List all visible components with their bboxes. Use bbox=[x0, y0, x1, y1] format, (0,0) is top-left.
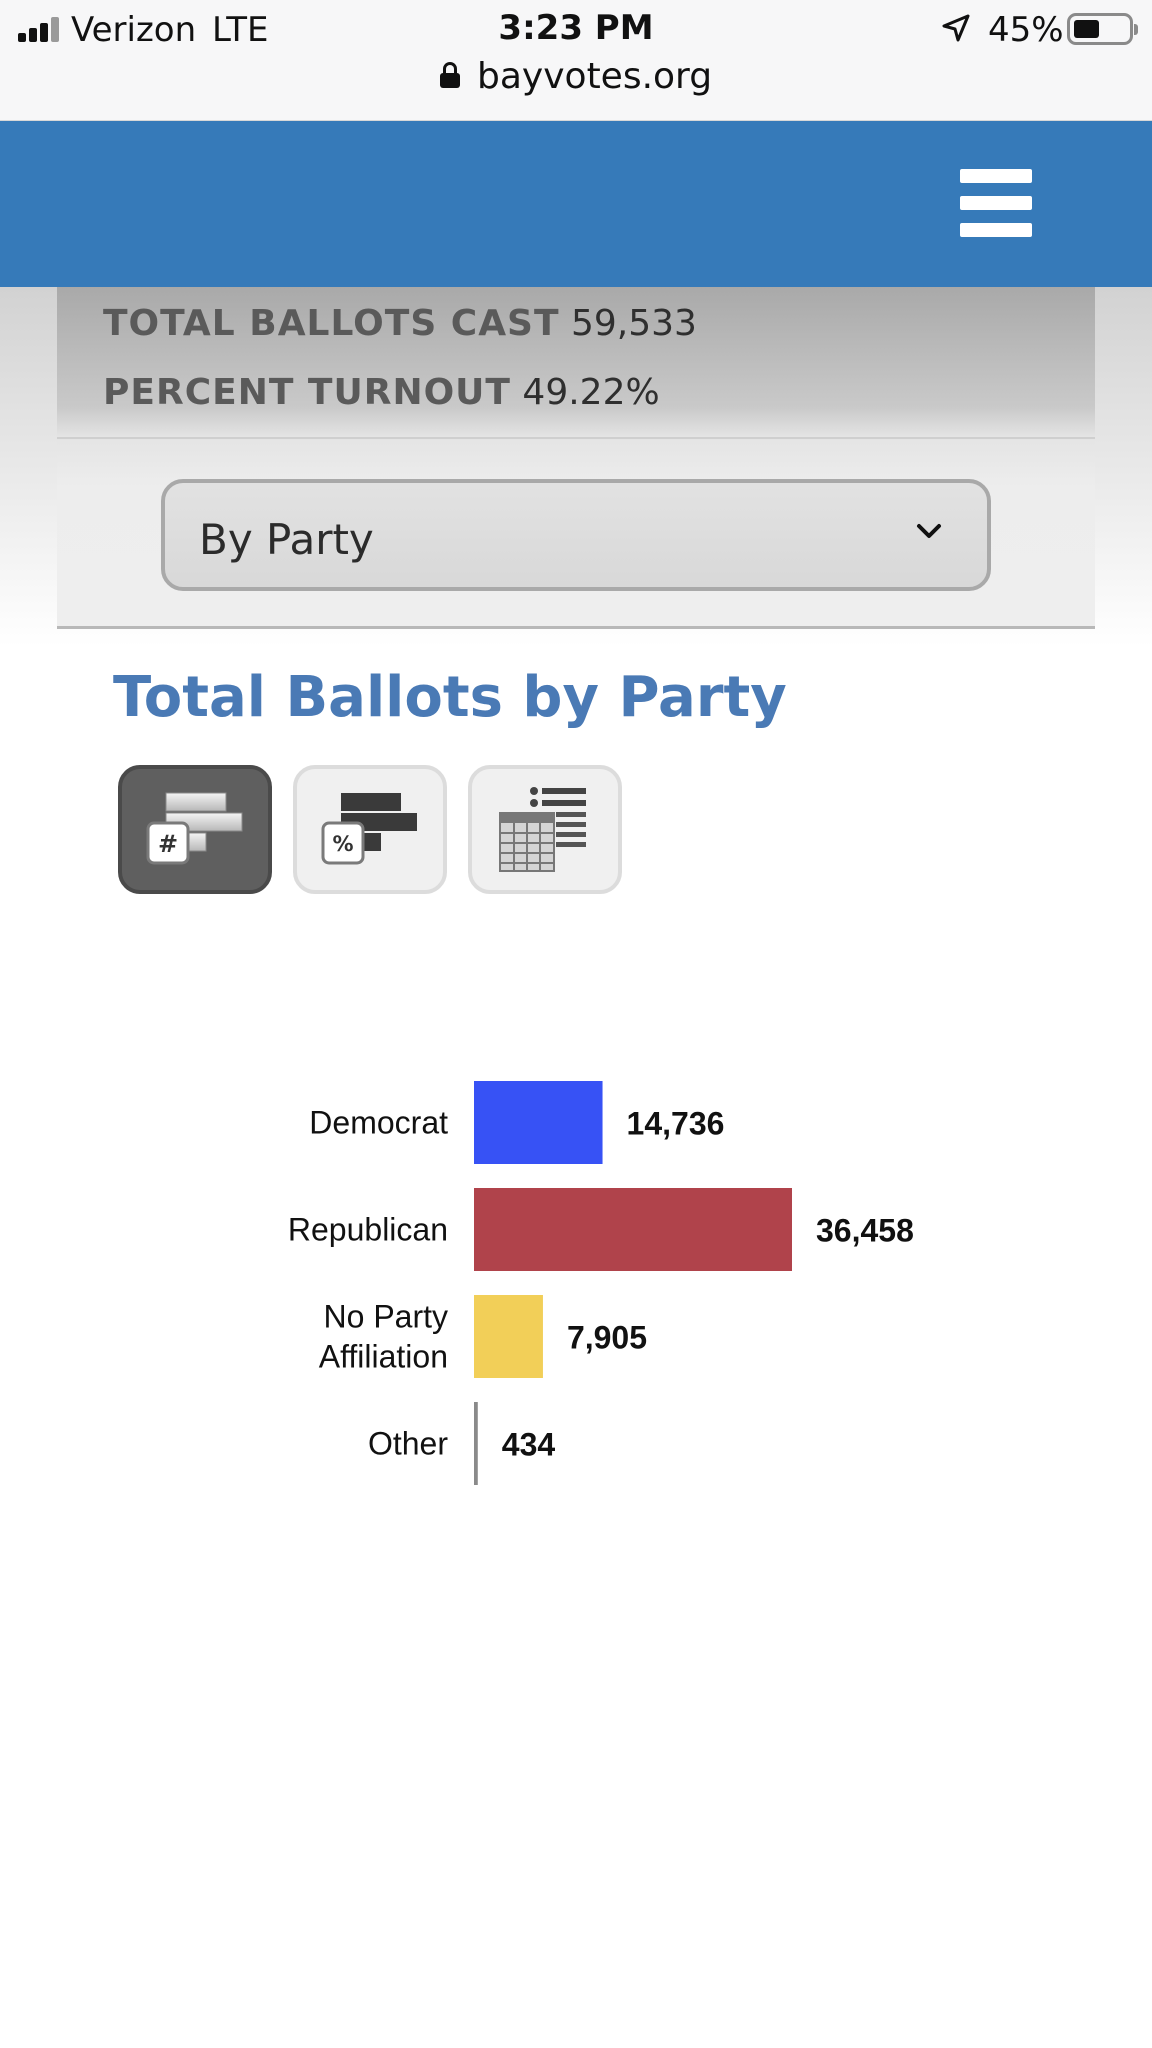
value-label: 434 bbox=[502, 1427, 556, 1463]
percent-turnout-stat: PERCENT TURNOUT 49.22% bbox=[103, 372, 660, 413]
divider bbox=[57, 437, 1095, 439]
category-label: Democrat bbox=[309, 1105, 448, 1141]
percent-view-button[interactable]: % bbox=[293, 765, 447, 894]
value-label: 36,458 bbox=[816, 1213, 914, 1249]
status-bar: Verizon LTE 3:23 PM 45% bayvotes.org bbox=[0, 0, 1152, 121]
chart-title: Total Ballots by Party bbox=[113, 665, 787, 730]
percent-turnout-label: PERCENT TURNOUT bbox=[103, 372, 511, 413]
site-header bbox=[0, 121, 1152, 287]
lock-icon bbox=[439, 61, 460, 88]
category-label: Other bbox=[368, 1426, 448, 1462]
total-ballots-label: TOTAL BALLOTS CAST bbox=[103, 303, 560, 344]
svg-text:#: # bbox=[158, 830, 178, 858]
hamburger-menu-icon[interactable] bbox=[952, 143, 1042, 263]
location-arrow-icon bbox=[942, 14, 970, 42]
value-label: 7,905 bbox=[567, 1320, 647, 1356]
bar-other bbox=[474, 1402, 478, 1485]
party-filter-value: By Party bbox=[199, 515, 374, 564]
bar-democrat bbox=[474, 1081, 603, 1164]
url-bar[interactable]: bayvotes.org bbox=[0, 56, 1152, 106]
url-text[interactable]: bayvotes.org bbox=[477, 56, 712, 97]
count-bar-chart-icon: # bbox=[146, 792, 243, 865]
category-label: No Party Affiliation bbox=[319, 1299, 448, 1375]
total-ballots-stat: TOTAL BALLOTS CAST 59,533 bbox=[103, 303, 697, 344]
value-label: 14,736 bbox=[627, 1106, 725, 1142]
count-view-button[interactable]: # bbox=[118, 765, 272, 894]
battery-icon bbox=[1067, 13, 1138, 45]
party-filter-select[interactable]: By Party bbox=[161, 479, 991, 591]
status-time: 3:23 PM bbox=[498, 8, 654, 48]
table-view-icon bbox=[499, 787, 586, 872]
page: Verizon LTE 3:23 PM 45% bayvotes.org TOT… bbox=[0, 0, 1152, 2048]
turnout-summary: TOTAL BALLOTS CAST 59,533 PERCENT TURNOU… bbox=[57, 287, 1095, 627]
category-label: Republican bbox=[288, 1212, 448, 1248]
percent-bar-chart-icon: % bbox=[321, 793, 417, 865]
bar-no-party-affiliation bbox=[474, 1295, 543, 1378]
ballots-by-party-chart: Democrat 14,736 Republican 36,458 No Party Af… bbox=[288, 1081, 914, 1485]
svg-text:%: % bbox=[332, 832, 353, 856]
battery-percent: 45% bbox=[988, 10, 1064, 50]
table-view-button[interactable] bbox=[468, 765, 622, 894]
bar-republican bbox=[474, 1188, 792, 1271]
percent-turnout-value: 49.22% bbox=[522, 372, 660, 413]
chevron-down-icon bbox=[917, 524, 941, 538]
total-ballots-value: 59,533 bbox=[571, 303, 697, 344]
divider bbox=[57, 626, 1095, 629]
